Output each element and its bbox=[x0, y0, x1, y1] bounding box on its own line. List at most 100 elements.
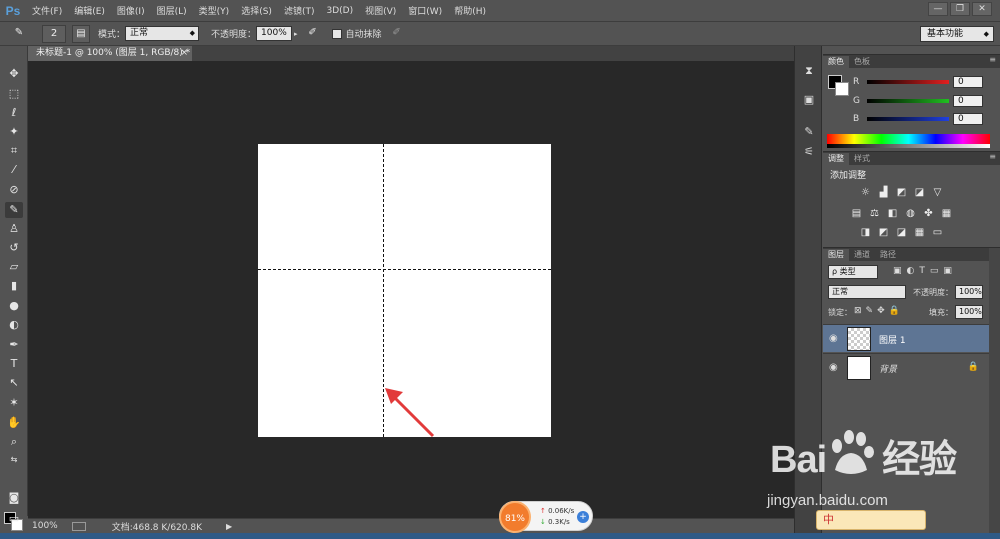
restore-button[interactable]: ❐ bbox=[950, 2, 970, 16]
tab-paths[interactable]: 路径 bbox=[875, 249, 901, 261]
color-balance-icon[interactable]: ⚖ bbox=[868, 208, 881, 220]
brightness-contrast-icon[interactable]: ☼ bbox=[859, 187, 872, 199]
shape-tool-icon[interactable]: ✶ bbox=[5, 395, 23, 411]
layer-row[interactable]: ◉ 背景 🔒 bbox=[823, 353, 989, 381]
path-selection-tool-icon[interactable]: ↖ bbox=[5, 375, 23, 391]
tab-layers[interactable]: 图层 bbox=[823, 249, 849, 261]
dodge-tool-icon[interactable]: ◐ bbox=[5, 317, 23, 333]
canvas-workspace[interactable] bbox=[28, 61, 794, 518]
screen-mode-icon[interactable]: ▭ bbox=[5, 511, 23, 527]
lock-options-icons[interactable]: ⊠✎✥🔒 bbox=[854, 306, 904, 316]
tab-adjustments[interactable]: 调整 bbox=[823, 153, 849, 165]
blend-mode-select[interactable]: 正常 bbox=[828, 285, 906, 299]
quick-mask-icon[interactable]: ◙ bbox=[5, 490, 23, 506]
pen-tool-icon[interactable]: ✒ bbox=[5, 337, 23, 353]
zoom-level[interactable]: 100% bbox=[32, 521, 58, 531]
type-tool-icon[interactable]: T bbox=[5, 356, 23, 372]
move-tool-icon[interactable]: ✥ bbox=[5, 66, 23, 82]
menu-filter[interactable]: 滤镜(T) bbox=[278, 4, 321, 17]
pressure-opacity-icon[interactable]: ✐ bbox=[304, 25, 322, 43]
brush-size-picker[interactable]: 2 bbox=[42, 24, 66, 43]
menu-type[interactable]: 类型(Y) bbox=[193, 4, 236, 17]
gradient-map-icon[interactable]: ▭ bbox=[931, 227, 944, 239]
menu-select[interactable]: 选择(S) bbox=[235, 4, 278, 17]
close-window-button[interactable]: ✕ bbox=[972, 2, 992, 16]
red-value-input[interactable]: 0 bbox=[953, 76, 983, 88]
hue-saturation-icon[interactable]: ▤ bbox=[850, 208, 863, 220]
marquee-tool-icon[interactable]: ⬚ bbox=[5, 86, 23, 102]
selective-color-icon[interactable]: ▦ bbox=[913, 227, 926, 239]
layer-filter-select[interactable]: ρ 类型 bbox=[828, 265, 878, 279]
photo-filter-icon[interactable]: ◍ bbox=[904, 208, 917, 220]
layer-row[interactable]: ◉ 图层 1 bbox=[823, 324, 989, 352]
exposure-icon[interactable]: ◪ bbox=[913, 187, 926, 199]
menu-help[interactable]: 帮助(H) bbox=[448, 4, 492, 17]
status-menu-arrow-icon[interactable]: ▶ bbox=[226, 522, 232, 531]
menu-view[interactable]: 视图(V) bbox=[359, 4, 402, 17]
invert-icon[interactable]: ◨ bbox=[859, 227, 872, 239]
tab-color[interactable]: 颜色 bbox=[823, 56, 849, 68]
close-tab-icon[interactable]: × bbox=[180, 46, 188, 61]
panel-menu-icon[interactable]: ≡ bbox=[989, 55, 996, 64]
crop-tool-icon[interactable]: ⌗ bbox=[5, 143, 23, 159]
minimize-button[interactable]: — bbox=[928, 2, 948, 16]
grayscale-ramp[interactable] bbox=[827, 144, 990, 148]
menu-window[interactable]: 窗口(W) bbox=[402, 4, 448, 17]
green-slider[interactable]: G 0 bbox=[853, 95, 996, 108]
channel-mixer-icon[interactable]: ✤ bbox=[922, 208, 935, 220]
workspace-select[interactable]: 基本功能 ◆ bbox=[920, 26, 994, 42]
layer-opacity-input[interactable]: 100% bbox=[955, 285, 983, 299]
accelerate-icon[interactable]: + bbox=[577, 511, 589, 523]
blue-track[interactable] bbox=[867, 117, 949, 121]
mode-select[interactable]: 正常 ◆ bbox=[125, 26, 200, 41]
threshold-icon[interactable]: ◪ bbox=[895, 227, 908, 239]
green-value-input[interactable]: 0 bbox=[953, 95, 983, 107]
visibility-eye-icon[interactable]: ◉ bbox=[829, 333, 838, 344]
clone-stamp-tool-icon[interactable]: ♙ bbox=[5, 221, 23, 237]
gradient-tool-icon[interactable]: ▮ bbox=[5, 278, 23, 294]
memory-percent-ball[interactable]: 81% bbox=[499, 501, 531, 533]
tab-styles[interactable]: 样式 bbox=[849, 153, 875, 165]
history-panel-icon[interactable]: ⧗ bbox=[800, 63, 818, 79]
status-preview-icon[interactable] bbox=[71, 521, 86, 531]
history-brush-tool-icon[interactable]: ↺ bbox=[5, 240, 23, 256]
eyedropper-tool-icon[interactable]: ⁄ bbox=[5, 162, 23, 178]
pencil-tool-preset-icon[interactable]: ✎ bbox=[10, 25, 28, 43]
menu-file[interactable]: 文件(F) bbox=[26, 4, 68, 17]
input-method-bar[interactable]: 中 bbox=[816, 510, 926, 530]
vibrance-icon[interactable]: ▽ bbox=[931, 187, 944, 199]
magic-wand-tool-icon[interactable]: ✦ bbox=[5, 124, 23, 140]
tab-swatches[interactable]: 色板 bbox=[849, 56, 875, 68]
levels-icon[interactable]: ▟ bbox=[877, 187, 890, 199]
network-speed-widget[interactable]: 81% ↑ 0.06K/s ↓ 0.3K/s + bbox=[499, 501, 593, 533]
auto-erase-checkbox[interactable] bbox=[331, 28, 342, 39]
fill-input[interactable]: 100% bbox=[955, 305, 983, 319]
layer-filter-icons[interactable]: ▣◐T▭▣ bbox=[893, 266, 957, 276]
hand-tool-icon[interactable]: ✋ bbox=[5, 415, 23, 431]
background-color-swatch[interactable] bbox=[835, 82, 849, 96]
zoom-tool-icon[interactable]: ⌕ bbox=[5, 434, 23, 450]
menu-image[interactable]: 图像(I) bbox=[111, 4, 151, 17]
black-white-icon[interactable]: ◧ bbox=[886, 208, 899, 220]
document-tab[interactable]: 未标题-1 @ 100% (图层 1, RGB/8) * × bbox=[28, 46, 192, 61]
panel-menu-icon[interactable]: ≡ bbox=[989, 152, 996, 161]
color-lookup-icon[interactable]: ▦ bbox=[940, 208, 953, 220]
blue-slider[interactable]: B 0 bbox=[853, 113, 996, 126]
tab-channels[interactable]: 通道 bbox=[849, 249, 875, 261]
pressure-size-icon[interactable]: ✐ bbox=[388, 25, 406, 43]
brush-panel-toggle-icon[interactable]: ▤ bbox=[72, 24, 90, 43]
blue-value-input[interactable]: 0 bbox=[953, 113, 983, 125]
red-track[interactable] bbox=[867, 80, 949, 84]
green-track[interactable] bbox=[867, 99, 949, 103]
healing-brush-tool-icon[interactable]: ⊘ bbox=[5, 182, 23, 198]
curves-icon[interactable]: ◩ bbox=[895, 187, 908, 199]
menu-edit[interactable]: 编辑(E) bbox=[68, 4, 111, 17]
posterize-icon[interactable]: ◩ bbox=[877, 227, 890, 239]
opacity-input[interactable]: 100% bbox=[256, 26, 293, 41]
eraser-tool-icon[interactable]: ▱ bbox=[5, 259, 23, 275]
menu-3d[interactable]: 3D(D) bbox=[320, 6, 359, 16]
properties-panel-icon[interactable]: ▣ bbox=[800, 92, 818, 108]
swap-colors-icon[interactable]: ⇆ bbox=[5, 452, 23, 468]
menu-layer[interactable]: 图层(L) bbox=[151, 4, 193, 17]
opacity-dropdown-icon[interactable]: ▸ bbox=[294, 30, 298, 38]
